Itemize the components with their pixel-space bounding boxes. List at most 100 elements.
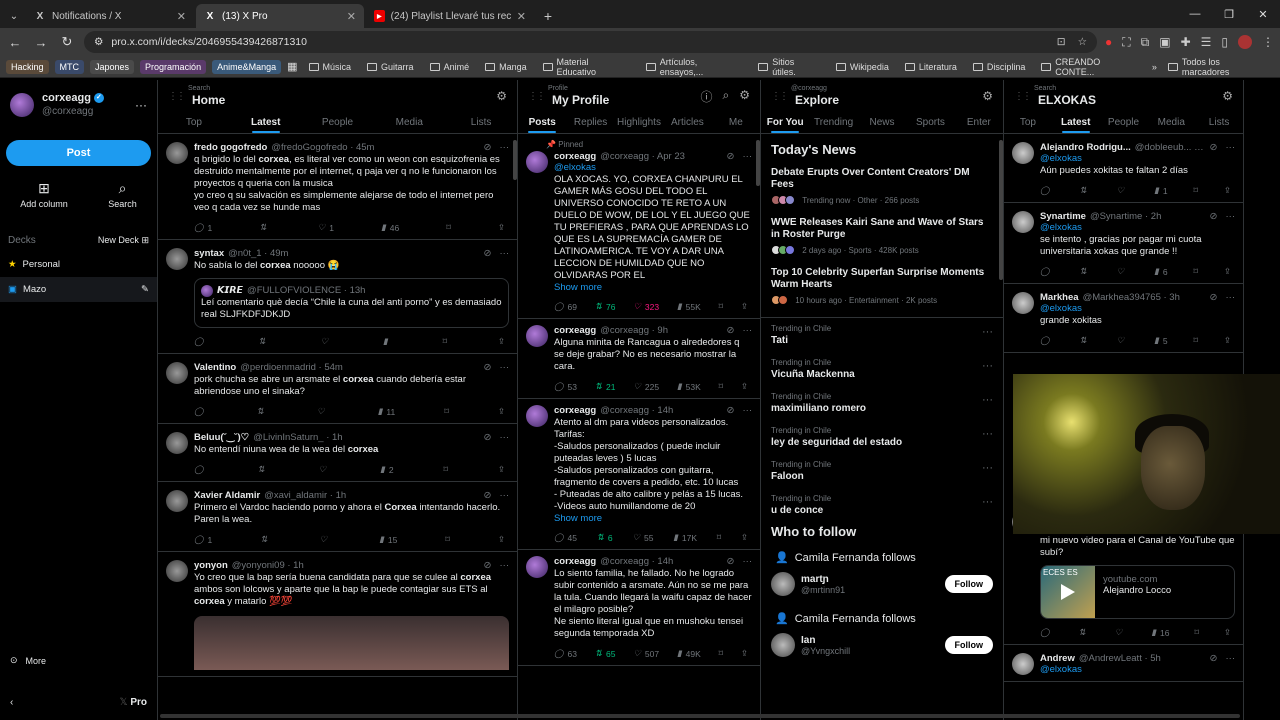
like-button[interactable]: ♡: [320, 534, 332, 545]
bookmark-icon[interactable]: ⌑: [443, 336, 447, 347]
trend-item[interactable]: Trending in Chile maximiliano romero ···: [761, 386, 1003, 420]
url-bar[interactable]: ⚙ pro.x.com/i/decks/2046955439426871310 …: [84, 31, 1097, 53]
bookmark-icon[interactable]: ⌑: [1194, 627, 1198, 638]
reload-icon[interactable]: ↻: [58, 34, 76, 50]
views-button[interactable]: ▮ 1: [1154, 185, 1167, 196]
tab-media[interactable]: Media: [1147, 112, 1195, 133]
window-close-icon[interactable]: ✕: [1246, 0, 1280, 28]
reply-button[interactable]: ◯ 1: [194, 534, 212, 545]
link-card[interactable]: ECES ES youtube.com Alejandro Locco: [1040, 565, 1235, 619]
tab-sports[interactable]: Sports: [906, 112, 954, 133]
author-name[interactable]: Beluu(˘‿˘)♡: [194, 432, 249, 443]
tab-articles[interactable]: Articles: [663, 112, 711, 133]
tweet[interactable]: syntax @n0t_1 · 49m ⊘ ··· No sabía lo del co…: [158, 240, 517, 354]
back-icon[interactable]: ←: [6, 35, 24, 50]
close-icon[interactable]: ✕: [517, 10, 526, 23]
tweet[interactable]: corxeagg @corxeagg · 14h ⊘ ··· Lo siento fam…: [518, 556, 760, 665]
more-options-icon[interactable]: ···: [500, 248, 510, 259]
retweet-button[interactable]: ⇅: [1079, 335, 1090, 346]
grok-icon[interactable]: ⊘: [484, 248, 492, 259]
reply-button[interactable]: ◯ 53: [554, 381, 577, 392]
edit-deck-icon[interactable]: ✎: [141, 284, 149, 295]
install-icon[interactable]: ⊡: [1057, 36, 1066, 48]
avatar[interactable]: [1012, 211, 1034, 233]
tab-lists[interactable]: Lists: [445, 112, 517, 133]
show-more-link[interactable]: Show more: [554, 513, 752, 524]
reply-button[interactable]: ◯ 1: [194, 222, 212, 233]
grok-icon[interactable]: ⊘: [484, 560, 492, 571]
deck-item-personal[interactable]: ★ Personal: [0, 252, 157, 277]
avatar[interactable]: [166, 560, 188, 582]
bookmark-chip[interactable]: MTC: [54, 59, 85, 74]
more-options-icon[interactable]: ···: [1226, 292, 1236, 303]
author-name[interactable]: corxeagg: [554, 325, 596, 336]
like-button[interactable]: ♡: [1115, 627, 1127, 638]
tab-highlights[interactable]: Highlights: [615, 112, 663, 133]
views-button[interactable]: ▮ 6: [1154, 266, 1167, 277]
bookmark-folder[interactable]: Literatura: [900, 62, 962, 72]
reply-button[interactable]: ◯ 63: [554, 648, 577, 659]
collapse-icon[interactable]: ‹: [10, 697, 13, 708]
tweet[interactable]: Xavier Aldamir @xavi_aldamir · 1h ⊘ ··· Prim…: [158, 482, 517, 552]
bookmark-folder[interactable]: Manga: [480, 62, 532, 72]
share-icon[interactable]: ⇪: [498, 336, 505, 347]
bookmark-icon[interactable]: ⌑: [719, 381, 723, 392]
extension-icon[interactable]: ●: [1105, 35, 1112, 49]
author-handle[interactable]: @n0t_1 · 49m: [228, 248, 288, 259]
bookmark-chip[interactable]: Hacking: [6, 59, 49, 74]
avatar[interactable]: [166, 362, 188, 384]
more-options-icon[interactable]: ···: [982, 462, 993, 474]
author-handle[interactable]: @yonyoni09 · 1h: [232, 560, 304, 571]
retweet-button[interactable]: ⇅: [257, 406, 268, 417]
views-button[interactable]: ▮ 11: [378, 406, 396, 417]
more-options-icon[interactable]: ···: [1226, 653, 1236, 664]
forward-icon[interactable]: →: [32, 35, 50, 50]
retweet-button[interactable]: ⇅: [1079, 266, 1090, 277]
like-button[interactable]: ♡: [1117, 335, 1129, 346]
tab-media[interactable]: Media: [373, 112, 445, 133]
tweet[interactable]: yonyon @yonyoni09 · 1h ⊘ ··· Yo creo que la …: [158, 552, 517, 677]
show-more-link[interactable]: Show more: [554, 282, 752, 293]
bookmark-icon[interactable]: ⌑: [1194, 185, 1198, 196]
tab-search-menu[interactable]: ⌄: [4, 4, 24, 28]
reply-button[interactable]: ◯: [1040, 266, 1054, 277]
more-options-icon[interactable]: ···: [500, 490, 510, 501]
more-bookmarks-icon[interactable]: »: [1152, 62, 1157, 72]
trend-item[interactable]: Trending in Chile ley de seguridad del es…: [761, 420, 1003, 454]
views-button[interactable]: ▮ 46: [381, 222, 399, 233]
grok-icon[interactable]: ⊘: [484, 432, 492, 443]
like-button[interactable]: ♡: [317, 406, 329, 417]
reply-button[interactable]: ◯: [194, 464, 208, 475]
tab-top[interactable]: Top: [158, 112, 230, 133]
settings-icon[interactable]: ⚙: [1222, 89, 1233, 103]
bookmark-icon[interactable]: ⌑: [1194, 335, 1198, 346]
new-deck-button[interactable]: New Deck ⊞: [98, 235, 149, 246]
bookmark-icon[interactable]: ⌑: [719, 301, 723, 312]
share-icon[interactable]: ⇪: [1224, 335, 1231, 346]
grok-icon[interactable]: ⊘: [1210, 653, 1218, 664]
bookmark-folder[interactable]: Disciplina: [968, 62, 1031, 72]
grok-icon[interactable]: ⊘: [484, 362, 492, 373]
browser-tab-notifications[interactable]: X Notifications / X ✕: [26, 4, 194, 28]
like-button[interactable]: ♡ 323: [633, 301, 659, 312]
bookmark-icon[interactable]: ⌑: [444, 464, 448, 475]
tweet[interactable]: Synartime @Synartime · 2h ⊘ ··· @elxokas se i…: [1004, 203, 1243, 284]
author-handle[interactable]: @corxeagg · Apr 23: [600, 151, 685, 162]
more-options-icon[interactable]: ···: [982, 394, 993, 406]
search-icon[interactable]: ⌕: [723, 88, 730, 105]
bookmark-folder[interactable]: Música: [304, 62, 357, 72]
more-options-icon[interactable]: ···: [135, 98, 147, 112]
author-name[interactable]: corxeagg: [554, 405, 596, 416]
views-button[interactable]: ▮: [383, 336, 392, 347]
author-name[interactable]: Alejandro Rodrigu...: [1040, 142, 1131, 153]
author-handle[interactable]: @corxeagg · 14h: [600, 405, 673, 416]
info-icon[interactable]: ⓘ: [700, 88, 712, 105]
bookmark-chip[interactable]: Japones: [90, 59, 135, 74]
author-name[interactable]: Andrew: [1040, 653, 1075, 664]
grok-icon[interactable]: ⊘: [727, 405, 735, 416]
scrollbar[interactable]: [999, 140, 1003, 280]
avatar[interactable]: [1012, 653, 1034, 675]
extension-icon[interactable]: ⛶: [1122, 35, 1130, 50]
drag-handle-icon[interactable]: ⋮⋮: [1014, 91, 1032, 102]
tab-top[interactable]: Top: [1004, 112, 1052, 133]
